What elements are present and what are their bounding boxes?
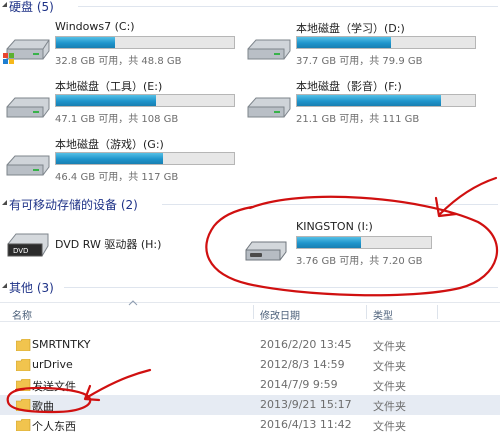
file-type: 文件夹 bbox=[373, 400, 406, 413]
explorer-window: 硬盘 (5) Windows7 (C:) 32.8 GB 可用，共 48.8 G… bbox=[0, 0, 502, 440]
storage-bar-fill bbox=[297, 95, 442, 106]
drive-name: 本地磁盘（工具）(E:) bbox=[55, 80, 163, 93]
hard-drive-icon bbox=[247, 39, 291, 60]
drive-free-space: 46.4 GB 可用，共 117 GB bbox=[55, 172, 179, 183]
folder-icon bbox=[16, 379, 31, 391]
storage-bar bbox=[55, 94, 235, 107]
file-row[interactable]: 歌曲 2013/9/21 15:17 文件夹 bbox=[0, 395, 500, 415]
file-name: SMRTNTKY bbox=[32, 338, 91, 351]
file-name: 歌曲 bbox=[32, 400, 54, 413]
column-header-type[interactable]: 类型 bbox=[373, 304, 433, 322]
section-header-removable[interactable]: 有可移动存储的设备 (2) bbox=[0, 196, 502, 212]
column-label: 名称 bbox=[12, 311, 32, 322]
section-title: 有可移动存储的设备 (2) bbox=[9, 198, 138, 212]
file-type: 文件夹 bbox=[373, 420, 406, 433]
usb-drive-icon bbox=[245, 241, 287, 261]
folder-icon bbox=[16, 399, 31, 411]
file-date: 2012/8/3 14:59 bbox=[260, 358, 345, 371]
storage-bar-fill bbox=[56, 153, 163, 164]
drive-kingston-i[interactable]: KINGSTON (I:) 3.76 GB 可用，共 7.20 GB bbox=[226, 220, 488, 272]
collapse-arrow-icon[interactable] bbox=[1, 1, 8, 8]
storage-bar bbox=[296, 94, 476, 107]
svg-text:DVD: DVD bbox=[13, 247, 28, 255]
file-date: 2014/7/9 9:59 bbox=[260, 378, 338, 391]
storage-bar bbox=[296, 36, 476, 49]
storage-bar-fill bbox=[297, 37, 392, 48]
drive-e[interactable]: 本地磁盘（工具）(E:) 47.1 GB 可用，共 108 GB bbox=[0, 78, 240, 130]
section-title: 其他 (3) bbox=[9, 281, 54, 295]
file-row[interactable]: SMRTNTKY 2016/2/20 13:45 文件夹 bbox=[0, 335, 500, 355]
file-row[interactable]: 个人东西 2016/4/13 11:42 文件夹 bbox=[0, 415, 500, 435]
drive-dvd-h[interactable]: DVD DVD RW 驱动器 (H:) bbox=[6, 222, 206, 264]
drive-free-space: 37.7 GB 可用，共 79.9 GB bbox=[296, 56, 423, 67]
drive-free-space: 32.8 GB 可用，共 48.8 GB bbox=[55, 56, 182, 67]
dvd-drive-icon: DVD bbox=[7, 233, 49, 257]
file-date: 2016/4/13 11:42 bbox=[260, 418, 352, 431]
file-type: 文件夹 bbox=[373, 340, 406, 353]
storage-bar-fill bbox=[56, 37, 115, 48]
storage-bar bbox=[55, 36, 235, 49]
column-label: 修改日期 bbox=[260, 311, 300, 322]
drive-name: 本地磁盘（影音）(F:) bbox=[296, 80, 402, 93]
drive-c[interactable]: Windows7 (C:) 32.8 GB 可用，共 48.8 GB bbox=[0, 20, 240, 72]
file-type: 文件夹 bbox=[373, 380, 406, 393]
windows-drive-icon bbox=[3, 39, 50, 64]
column-separator[interactable] bbox=[253, 305, 254, 319]
file-name: 个人东西 bbox=[32, 420, 76, 433]
drive-name: KINGSTON (I:) bbox=[296, 220, 373, 233]
drive-free-space: 47.1 GB 可用，共 108 GB bbox=[55, 114, 179, 125]
drive-d[interactable]: 本地磁盘（学习）(D:) 37.7 GB 可用，共 79.9 GB bbox=[241, 20, 481, 72]
collapse-arrow-icon[interactable] bbox=[1, 199, 8, 206]
storage-bar-fill bbox=[56, 95, 156, 106]
file-row[interactable]: urDrive 2012/8/3 14:59 文件夹 bbox=[0, 355, 500, 375]
file-type: 文件夹 bbox=[373, 360, 406, 373]
storage-bar bbox=[296, 236, 432, 249]
column-separator[interactable] bbox=[437, 305, 438, 319]
folder-icon bbox=[16, 419, 31, 431]
drive-g[interactable]: 本地磁盘（游戏）(G:) 46.4 GB 可用，共 117 GB bbox=[0, 136, 240, 188]
folder-icon bbox=[16, 339, 31, 351]
drive-free-space: 3.76 GB 可用，共 7.20 GB bbox=[296, 256, 423, 267]
column-header-name[interactable]: 名称 bbox=[12, 300, 252, 322]
file-name: 发送文件 bbox=[32, 380, 76, 393]
folder-icon bbox=[16, 359, 31, 371]
section-title: 硬盘 (5) bbox=[9, 0, 54, 14]
file-name: urDrive bbox=[32, 358, 73, 371]
storage-bar bbox=[55, 152, 235, 165]
column-label: 类型 bbox=[373, 311, 393, 322]
collapse-arrow-icon[interactable] bbox=[1, 282, 8, 289]
section-divider bbox=[78, 6, 498, 7]
drive-name: Windows7 (C:) bbox=[55, 20, 135, 33]
drive-free-space: 21.1 GB 可用，共 111 GB bbox=[296, 114, 420, 125]
sort-arrow-icon bbox=[128, 300, 138, 306]
file-row[interactable]: 发送文件 2014/7/9 9:59 文件夹 bbox=[0, 375, 500, 395]
drive-name: DVD RW 驱动器 (H:) bbox=[55, 238, 162, 251]
hard-drive-icon bbox=[247, 97, 291, 118]
drive-f[interactable]: 本地磁盘（影音）(F:) 21.1 GB 可用，共 111 GB bbox=[241, 78, 481, 130]
file-date: 2013/9/21 15:17 bbox=[260, 398, 352, 411]
drive-name: 本地磁盘（学习）(D:) bbox=[296, 22, 405, 35]
file-date: 2016/2/20 13:45 bbox=[260, 338, 352, 351]
section-divider bbox=[162, 204, 498, 205]
column-header-date[interactable]: 修改日期 bbox=[260, 304, 365, 322]
section-header-hard-disk[interactable]: 硬盘 (5) bbox=[0, 0, 502, 14]
hard-drive-icon bbox=[6, 97, 50, 118]
section-header-other[interactable]: 其他 (3) bbox=[0, 279, 502, 295]
drive-name: 本地磁盘（游戏）(G:) bbox=[55, 138, 164, 151]
column-separator[interactable] bbox=[366, 305, 367, 319]
section-divider bbox=[64, 287, 498, 288]
hard-drive-icon bbox=[6, 155, 50, 176]
storage-bar-fill bbox=[297, 237, 362, 248]
